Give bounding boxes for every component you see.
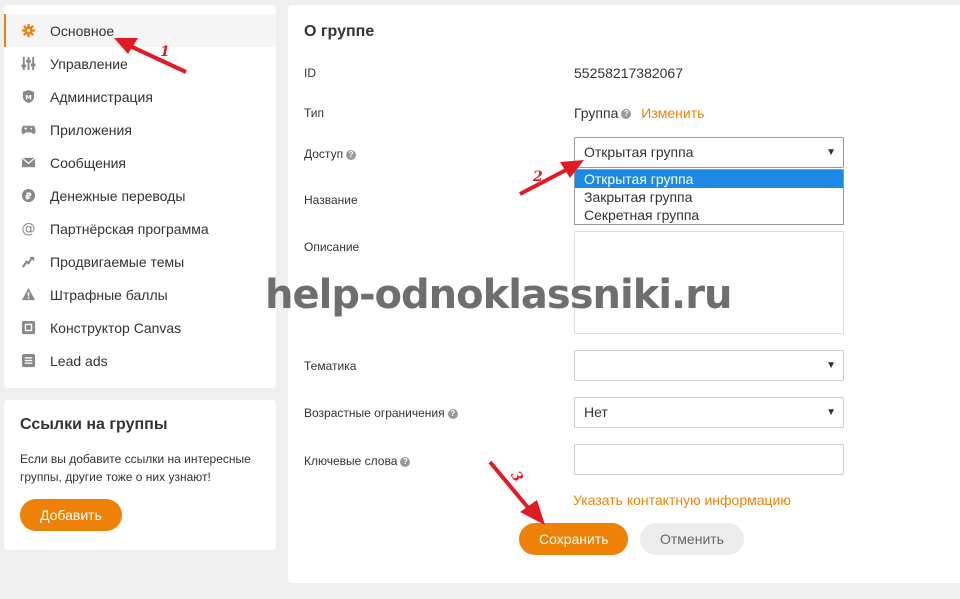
sidebar-item-management[interactable]: Управление (4, 47, 276, 80)
svg-text:@: @ (21, 221, 35, 236)
access-option-secret[interactable]: Секретная группа (575, 206, 843, 224)
sidebar-item-label: Денежные переводы (50, 187, 186, 204)
ruble-icon: ₽ (20, 188, 36, 204)
sidebar-item-label: Приложения (50, 121, 132, 138)
at-icon: @ (20, 221, 36, 237)
sidebar-item-label: Продвигаемые темы (50, 253, 185, 270)
sidebar-item-partner-program[interactable]: @ Партнёрская программа (4, 212, 276, 245)
help-icon[interactable]: ? (400, 456, 411, 467)
access-option-closed[interactable]: Закрытая группа (575, 188, 843, 206)
sidebar-item-administration[interactable]: M Администрация (4, 80, 276, 113)
access-option-open[interactable]: Открытая группа (575, 170, 843, 188)
sidebar-item-label: Сообщения (50, 154, 126, 171)
sidebar-item-label: Штрафные баллы (50, 286, 168, 303)
sidebar-item-messages[interactable]: Сообщения (4, 146, 276, 179)
shield-icon: M (20, 89, 36, 105)
help-icon[interactable]: ? (346, 149, 357, 160)
type-value-row: Группа? Изменить (574, 105, 704, 121)
page-title: О группе (304, 23, 375, 40)
gear-icon (20, 23, 36, 39)
sidebar-item-main[interactable]: Основное (4, 14, 276, 47)
sidebar-item-label: Lead ads (50, 352, 108, 369)
svg-text:M: M (25, 93, 32, 101)
topic-select[interactable]: ▼ (574, 350, 844, 381)
dropdown-arrow-icon: ▼ (826, 360, 836, 371)
sidebar-item-label: Конструктор Canvas (50, 319, 182, 336)
dropdown-arrow-icon: ▼ (826, 147, 836, 158)
age-restriction-select[interactable]: Нет ▼ (574, 397, 844, 428)
type-value: Группа (574, 105, 619, 121)
sidebar-item-promoted-topics[interactable]: Продвигаемые темы (4, 245, 276, 278)
keywords-label-row: Ключевые слова? (304, 454, 411, 468)
contact-info-link[interactable]: Указать контактную информацию (573, 492, 791, 508)
sidebar-item-label: Основное (50, 22, 115, 39)
save-button[interactable]: Сохранить (519, 523, 628, 555)
access-dropdown-list: Открытая группа Закрытая группа Секретна… (574, 169, 844, 225)
description-textarea[interactable] (574, 231, 844, 334)
type-label: Тип (304, 106, 325, 120)
sidebar-item-label: Администрация (50, 88, 153, 105)
keywords-input[interactable] (574, 444, 844, 475)
dropdown-arrow-icon: ▼ (826, 407, 836, 418)
trend-arrow-icon (20, 254, 36, 270)
sliders-icon (20, 56, 36, 72)
list-icon (20, 353, 36, 369)
access-label-row: Доступ? (304, 147, 357, 161)
add-links-button[interactable]: Добавить (20, 499, 122, 531)
id-value: 55258217382067 (574, 65, 684, 81)
sidebar-item-label: Управление (50, 55, 128, 72)
age-label: Возрастные ограничения (304, 406, 445, 420)
description-label: Описание (304, 240, 360, 254)
id-label: ID (304, 66, 316, 80)
access-selected-value: Открытая группа (584, 144, 694, 160)
sidebar-item-money-transfers[interactable]: ₽ Денежные переводы (4, 179, 276, 212)
group-links-title: Ссылки на группы (20, 416, 168, 433)
topic-label: Тематика (304, 359, 357, 373)
warning-icon (20, 287, 36, 303)
group-links-card: Ссылки на группы Если вы добавите ссылки… (4, 400, 276, 550)
envelope-icon (20, 155, 36, 171)
name-label: Название (304, 193, 358, 207)
age-label-row: Возрастные ограничения? (304, 406, 458, 420)
keywords-label: Ключевые слова (304, 454, 398, 468)
group-settings-form: О группе ID 55258217382067 Тип Группа? И… (288, 5, 960, 583)
cancel-button[interactable]: Отменить (640, 523, 744, 555)
svg-text:₽: ₽ (25, 191, 32, 202)
sidebar-menu: Основное Управление M Администрация Прил… (4, 5, 276, 388)
canvas-icon (20, 320, 36, 336)
access-select[interactable]: Открытая группа ▼ (574, 137, 844, 168)
sidebar-item-apps[interactable]: Приложения (4, 113, 276, 146)
gamepad-icon (20, 122, 36, 138)
sidebar-item-lead-ads[interactable]: Lead ads (4, 344, 276, 377)
group-links-description: Если вы добавите ссылки на интересные гр… (20, 452, 251, 484)
sidebar-item-label: Партнёрская программа (50, 220, 209, 237)
help-icon[interactable]: ? (621, 109, 632, 120)
change-type-link[interactable]: Изменить (641, 105, 704, 121)
sidebar-item-penalty-points[interactable]: Штрафные баллы (4, 278, 276, 311)
age-selected-value: Нет (584, 404, 608, 420)
access-label: Доступ (304, 147, 344, 161)
sidebar-item-canvas-builder[interactable]: Конструктор Canvas (4, 311, 276, 344)
help-icon[interactable]: ? (447, 408, 458, 419)
